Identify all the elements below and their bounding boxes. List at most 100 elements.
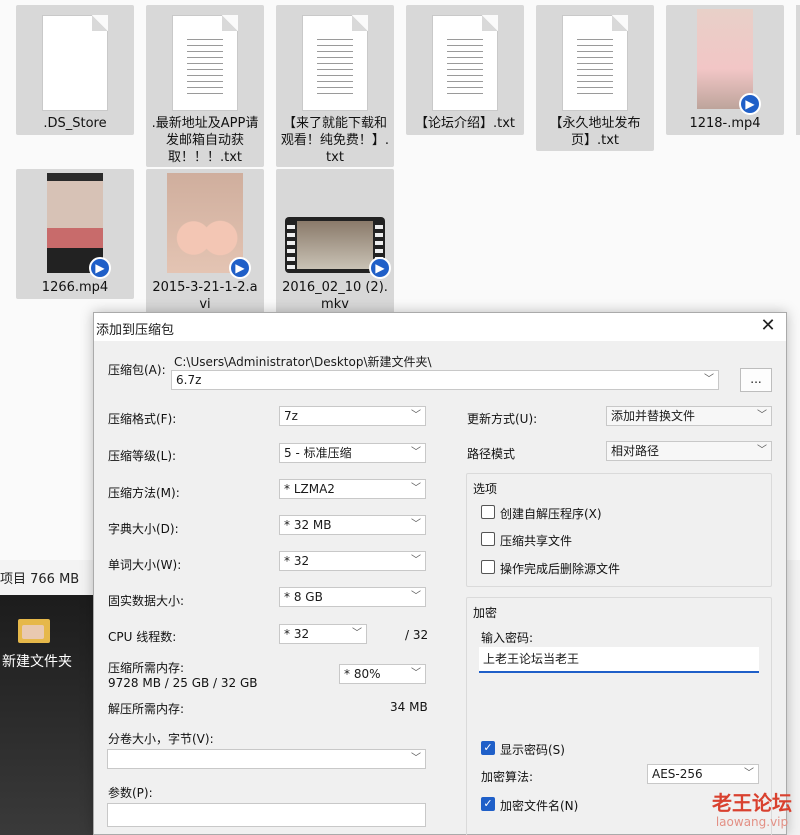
word-select[interactable]: * 32 ﹀ [279, 551, 426, 571]
desktop-area: 新建文件夹 [0, 595, 94, 835]
file-name: 2016_02_10 (2).mkv [282, 280, 388, 312]
solid-value: * 8 GB [284, 590, 323, 604]
solid-select[interactable]: * 8 GB ﹀ [279, 587, 426, 607]
encrypt-names-checkbox[interactable]: ✓ [481, 797, 495, 811]
archive-name-combo[interactable]: 6.7z ﹀ [171, 370, 719, 390]
watermark-logo: 老王论坛 laowang.vip [712, 791, 792, 829]
file-name: 1266.mp4 [41, 280, 109, 295]
format-label: 压缩格式(F): [108, 412, 177, 426]
chevron-down-icon: ﹀ [411, 591, 421, 602]
status-bar: 项目 766 MB [0, 565, 100, 595]
options-title: 选项 [473, 482, 498, 496]
text-file-icon [172, 15, 238, 111]
chevron-down-icon: ﹀ [757, 445, 767, 456]
cpu-label: CPU 线程数: [108, 630, 177, 644]
pathmode-value: 相对路径 [611, 444, 660, 458]
delete-checkbox[interactable] [481, 560, 495, 574]
show-password-checkbox[interactable]: ✓ [481, 741, 495, 755]
chevron-down-icon: ﹀ [411, 483, 421, 494]
watermark-text: 老王论坛 [712, 791, 792, 815]
archive-name-value: 6.7z [176, 373, 202, 387]
file-name: 【论坛介绍】.txt [414, 116, 516, 131]
file-tile[interactable]: .DS_Store [16, 5, 134, 135]
shared-label[interactable]: 压缩共享文件 [500, 532, 572, 549]
pathmode-label: 路径模式 [467, 447, 516, 461]
decomp-label: 解压所需内存: [108, 702, 185, 716]
format-select[interactable]: 7z ﹀ [279, 406, 426, 426]
file-tile[interactable]: ▶ 2015-3-21-1-2.avi [146, 169, 264, 315]
level-value: 5 - 标准压缩 [284, 446, 352, 460]
player-badge-icon: ▶ [369, 257, 391, 279]
params-input[interactable] [107, 803, 426, 827]
file-tile[interactable]: ▶ 1266.mp4 [16, 169, 134, 299]
add-to-archive-dialog: 添加到压缩包 ✕ 压缩包(A): C:\Users\Administrator\… [93, 312, 787, 835]
file-tile[interactable]: 【永久地址发布页】.txt [536, 5, 654, 151]
chevron-down-icon: ﹀ [757, 410, 767, 421]
mem-label: 压缩所需内存: [108, 661, 185, 675]
file-tile[interactable]: ▶ 1218-.mp4 [666, 5, 784, 135]
chevron-down-icon: ﹀ [704, 374, 714, 385]
chevron-down-icon: ﹀ [411, 753, 421, 764]
decomp-value: 34 MB [390, 700, 428, 714]
params-label: 参数(P): [108, 786, 153, 800]
password-input[interactable]: 上老王论坛当老王 [479, 647, 759, 673]
archive-path: C:\Users\Administrator\Desktop\新建文件夹\ [174, 355, 432, 369]
player-badge-icon: ▶ [89, 257, 111, 279]
enc-method-value: AES-256 [652, 767, 703, 781]
file-tile[interactable]: .最新地址及APP请发邮箱自动获取！！！.txt [146, 5, 264, 167]
pathmode-select[interactable]: 相对路径 ﹀ [606, 441, 772, 461]
mem-pct-value: * 80% [344, 667, 381, 681]
dialog-title: 添加到压缩包 [96, 323, 175, 338]
shared-checkbox[interactable] [481, 532, 495, 546]
mem-value: 9728 MB / 25 GB / 32 GB [108, 676, 258, 690]
method-label: 压缩方法(M): [108, 486, 180, 500]
watermark-url: laowang.vip [715, 815, 789, 829]
folder-icon[interactable] [18, 619, 50, 643]
dict-value: * 32 MB [284, 518, 332, 532]
chevron-down-icon: ﹀ [411, 555, 421, 566]
file-name: 【永久地址发布页】.txt [549, 116, 641, 148]
encrypt-names-label[interactable]: 加密文件名(N) [500, 797, 578, 814]
file-name: 1218-.mp4 [689, 116, 761, 131]
mem-pct-select[interactable]: * 80% ﹀ [339, 664, 426, 684]
file-name: 2015-3-21-1-2.avi [152, 280, 258, 312]
format-value: 7z [284, 409, 298, 423]
solid-label: 固实数据大小: [108, 594, 185, 608]
file-name: .DS_Store [43, 116, 107, 131]
chevron-down-icon: ﹀ [411, 668, 421, 679]
desktop-folder-label[interactable]: 新建文件夹 [0, 651, 94, 671]
level-select[interactable]: 5 - 标准压缩 ﹀ [279, 443, 426, 463]
text-file-icon [302, 15, 368, 111]
sfx-label[interactable]: 创建自解压程序(X) [500, 505, 602, 522]
cpu-value: * 32 [284, 627, 310, 641]
cpu-select[interactable]: * 32 ﹀ [279, 624, 367, 644]
dict-label: 字典大小(D): [108, 522, 179, 536]
word-label: 单词大小(W): [108, 558, 182, 572]
method-select[interactable]: * LZMA2 ﹀ [279, 479, 426, 499]
chevron-down-icon: ﹀ [744, 768, 754, 779]
file-tile[interactable]: 【来了就能下载和观看！纯免费！】.txt [276, 5, 394, 167]
file-tile[interactable]: ▶ 2016_02_10 (2).mkv [276, 169, 394, 315]
update-label: 更新方式(U): [467, 412, 538, 426]
blank-document-icon [42, 15, 108, 111]
enc-method-select[interactable]: AES-256 ﹀ [647, 764, 759, 784]
archive-label: 压缩包(A): [108, 363, 166, 377]
dict-select[interactable]: * 32 MB ﹀ [279, 515, 426, 535]
video-thumbnail-icon: ▶ [167, 173, 251, 279]
file-name: .最新地址及APP请发邮箱自动获取！！！.txt [151, 116, 259, 165]
update-select[interactable]: 添加并替换文件 ﹀ [606, 406, 772, 426]
sfx-checkbox[interactable] [481, 505, 495, 519]
dialog-titlebar[interactable]: 添加到压缩包 ✕ [94, 313, 786, 341]
browse-button[interactable]: ... [740, 368, 772, 392]
split-label: 分卷大小，字节(V): [108, 732, 214, 746]
options-group: 选项 创建自解压程序(X) 压缩共享文件 操作完成后删除源文件 [466, 473, 772, 587]
close-icon[interactable]: ✕ [754, 315, 782, 339]
file-tile[interactable]: 【论坛介绍】.txt [406, 5, 524, 135]
player-badge-icon: ▶ [229, 257, 251, 279]
delete-label[interactable]: 操作完成后删除源文件 [500, 560, 620, 577]
encryption-title: 加密 [473, 606, 498, 620]
chevron-down-icon: ﹀ [411, 519, 421, 530]
text-file-icon [562, 15, 628, 111]
show-password-label[interactable]: 显示密码(S) [500, 741, 565, 758]
split-select[interactable]: ﹀ [107, 749, 426, 769]
